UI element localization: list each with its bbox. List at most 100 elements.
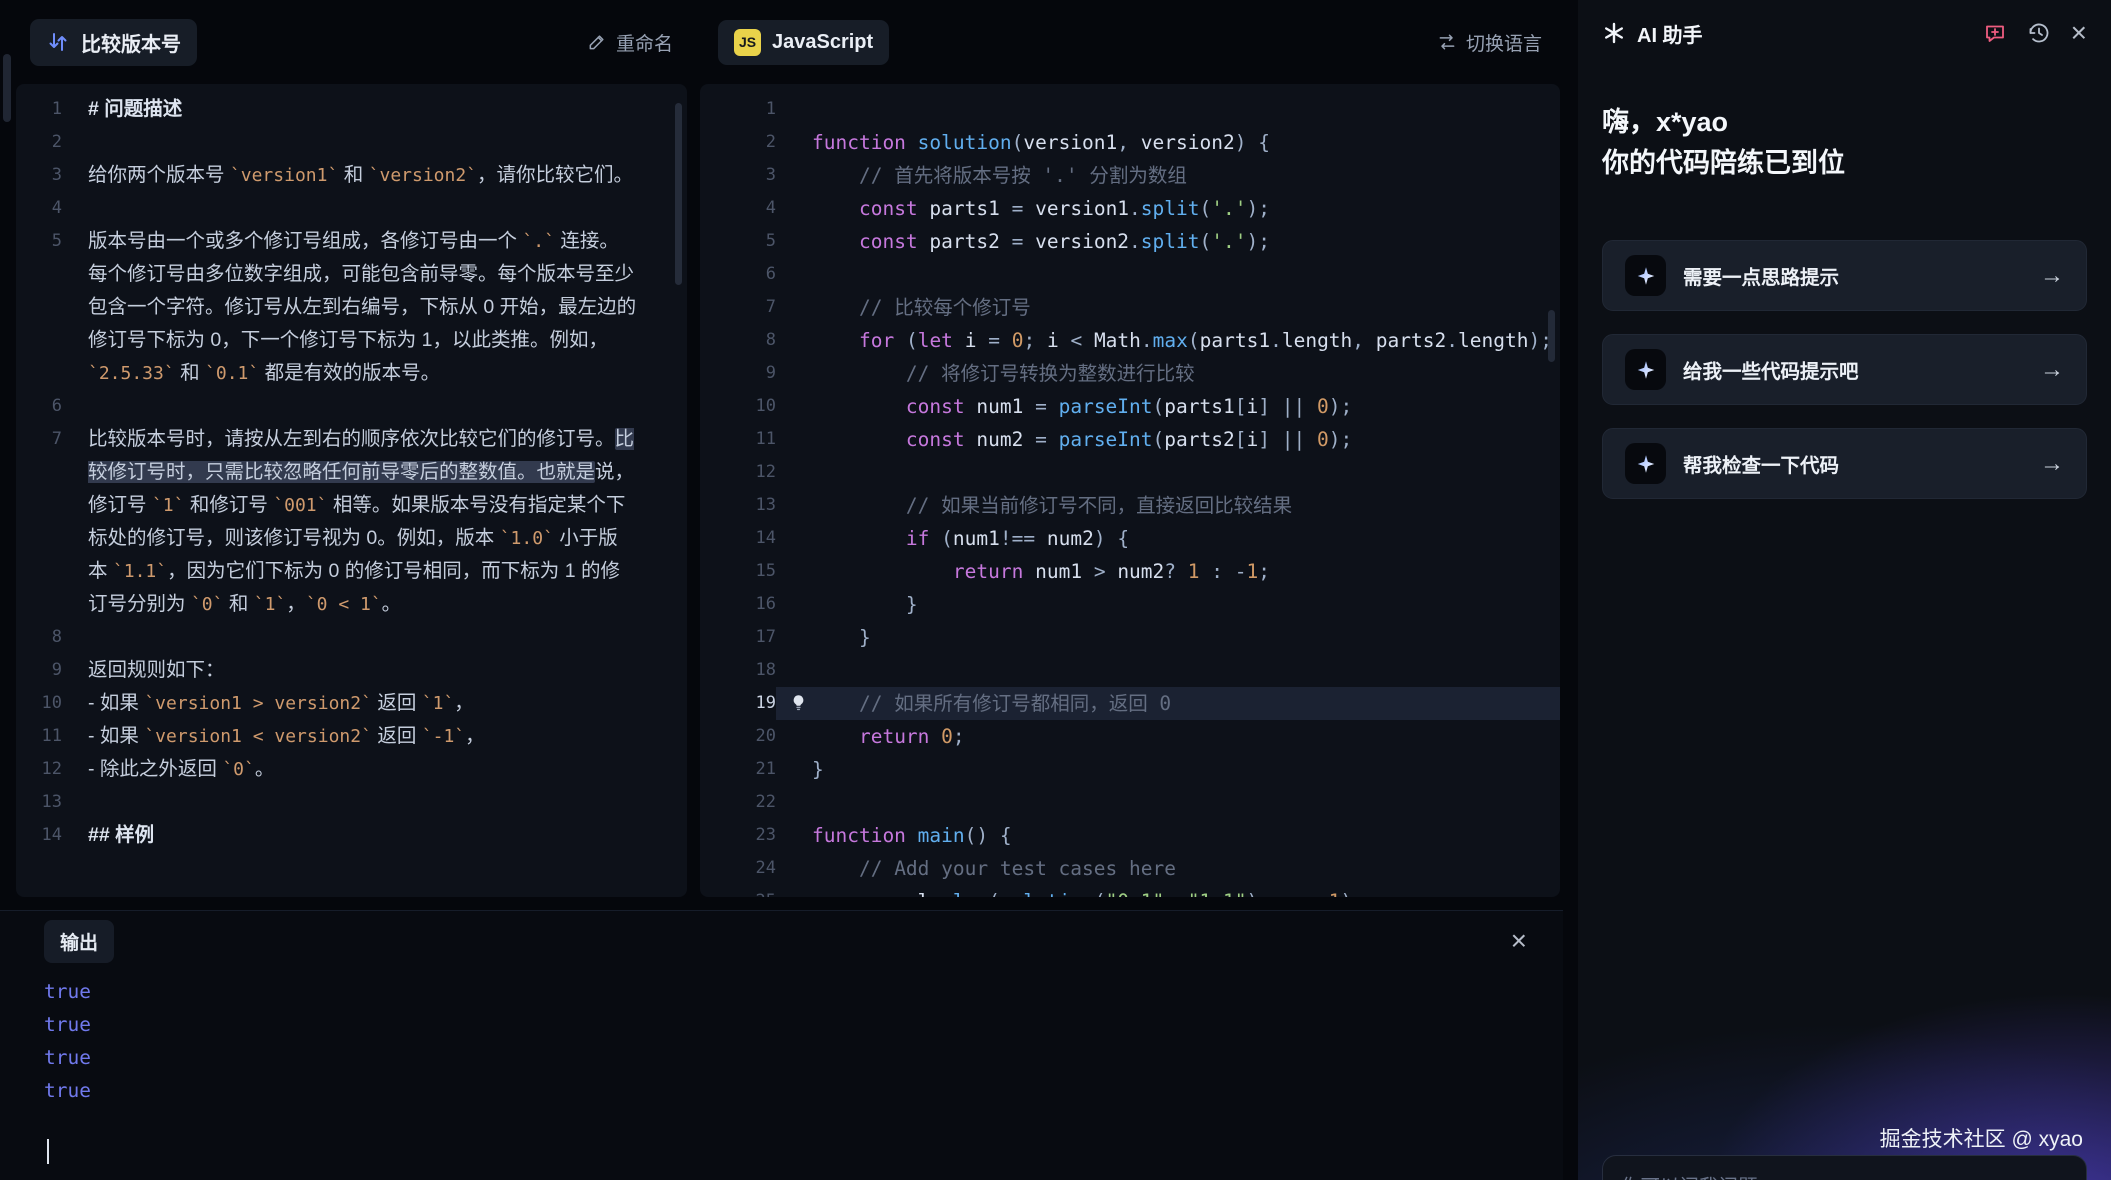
problem-line[interactable]: 4	[16, 192, 687, 225]
ai-greeting-line2: 你的代码陪练已到位	[1602, 143, 2087, 184]
code-line[interactable]: 4 const parts1 = version1.split('.');	[700, 192, 1560, 225]
output-line: true	[44, 1041, 1563, 1074]
terminal-cursor	[47, 1139, 49, 1164]
code-line[interactable]: 6	[700, 258, 1560, 291]
ai-header: AI 助手 ×	[1602, 0, 2087, 66]
ai-assistant-panel: AI 助手 × 嗨，x*yao 你的代码陪练已到位 需要一点思路提示 → 给我一些代…	[1578, 0, 2111, 1180]
code-line[interactable]: 10 const num1 = parseInt(parts1[i] || 0)…	[700, 390, 1560, 423]
problem-line[interactable]: 3给你两个版本号 `version1` 和 `version2`，请你比较它们。	[16, 159, 687, 192]
code-line[interactable]: 14 if (num1!== num2) {	[700, 522, 1560, 555]
ai-sparkle-icon	[1602, 21, 1626, 45]
output-header: 输出 ×	[0, 911, 1563, 971]
ai-title: AI 助手	[1637, 19, 1703, 48]
rename-label: 重命名	[616, 29, 673, 56]
problem-line[interactable]: 14## 样例	[16, 819, 687, 852]
line-number: 5	[16, 225, 88, 258]
new-chat-icon[interactable]	[1983, 21, 2007, 45]
code-line[interactable]: 1	[700, 93, 1560, 126]
line-number: 18	[700, 654, 776, 687]
lightbulb-icon[interactable]	[790, 694, 807, 711]
problem-line[interactable]: 2	[16, 126, 687, 159]
code-line-text: // 比较每个修订号	[776, 291, 1560, 324]
code-line[interactable]: 7 // 比较每个修订号	[700, 291, 1560, 324]
code-line[interactable]: 13 // 如果当前修订号不同，直接返回比较结果	[700, 489, 1560, 522]
code-line[interactable]: 17 }	[700, 621, 1560, 654]
switch-language-button[interactable]: 切换语言	[1437, 29, 1542, 56]
code-line[interactable]: 16 }	[700, 588, 1560, 621]
code-line-text: }	[776, 588, 1560, 621]
code-line-text	[776, 258, 1560, 291]
problem-editor[interactable]: 1# 问题描述2 3给你两个版本号 `version1` 和 `version2…	[16, 84, 687, 897]
problem-line[interactable]: 12- 除此之外返回 `0`。	[16, 753, 687, 786]
ai-suggestion-label: 给我一些代码提示吧	[1683, 355, 1859, 384]
code-line[interactable]: 22	[700, 786, 1560, 819]
problem-line[interactable]: 13	[16, 786, 687, 819]
code-line[interactable]: 25 console.log(solution("0.1", "1.1") ==…	[700, 885, 1560, 897]
line-number: 9	[16, 654, 88, 687]
problem-title-chip: 比较版本号	[30, 19, 197, 66]
problem-line[interactable]: 8	[16, 621, 687, 654]
ai-greeting: 嗨，x*yao 你的代码陪练已到位	[1602, 102, 2087, 184]
problem-line[interactable]: 1# 问题描述	[16, 93, 687, 126]
code-editor[interactable]: 12function solution(version1, version2) …	[700, 84, 1560, 897]
code-line[interactable]: 8 for (let i = 0; i < Math.max(parts1.le…	[700, 324, 1560, 357]
ai-suggestion-card[interactable]: 帮我检查一下代码→	[1602, 428, 2087, 499]
language-chip[interactable]: JS JavaScript	[718, 20, 889, 65]
problem-line[interactable]: 11- 如果 `version1 < version2` 返回 `-1`，	[16, 720, 687, 753]
line-number: 25	[700, 885, 776, 897]
problem-line-text: 版本号由一个或多个修订号组成，各修订号由一个 `.` 连接。每个修订号由多位数字…	[88, 225, 687, 390]
line-number: 8	[700, 324, 776, 357]
community-watermark: 掘金技术社区 @ xyao	[1880, 1123, 2083, 1153]
line-number: 2	[700, 126, 776, 159]
ai-suggestion-label: 需要一点思路提示	[1683, 261, 1839, 290]
line-number: 8	[16, 621, 88, 654]
problem-line[interactable]: 5版本号由一个或多个修订号组成，各修订号由一个 `.` 连接。每个修订号由多位数…	[16, 225, 687, 390]
problem-line[interactable]: 7比较版本号时，请按从左到右的顺序依次比较它们的修订号。比较修订号时，只需比较忽…	[16, 423, 687, 621]
code-line[interactable]: 21}	[700, 753, 1560, 786]
line-number: 23	[700, 819, 776, 852]
language-name: JavaScript	[772, 31, 873, 54]
ai-chat-input[interactable]	[1602, 1155, 2087, 1180]
line-number: 12	[16, 753, 88, 786]
window-scrollbar-thumb[interactable]	[3, 54, 11, 122]
output-line: true	[44, 1008, 1563, 1041]
arrow-right-icon: →	[2040, 262, 2064, 290]
problem-line-text	[88, 786, 687, 819]
code-line[interactable]: 3 // 首先将版本号按 '.' 分割为数组	[700, 159, 1560, 192]
ai-close-button[interactable]: ×	[2071, 19, 2087, 47]
history-icon[interactable]	[2027, 21, 2051, 45]
line-number: 11	[700, 423, 776, 456]
code-scrollbar-thumb[interactable]	[1548, 310, 1555, 362]
code-line[interactable]: 2function solution(version1, version2) {	[700, 126, 1560, 159]
line-number: 13	[700, 489, 776, 522]
code-line[interactable]: 9 // 将修订号转换为整数进行比较	[700, 357, 1560, 390]
code-line-text: const num1 = parseInt(parts1[i] || 0);	[776, 390, 1560, 423]
code-line[interactable]: 19 // 如果所有修订号都相同，返回 0	[700, 687, 1560, 720]
problem-scrollbar-thumb[interactable]	[675, 103, 682, 285]
output-tab[interactable]: 输出	[44, 920, 114, 963]
output-close-button[interactable]: ×	[1511, 927, 1527, 955]
output-lines: truetruetruetrue	[0, 971, 1563, 1107]
code-line-text: function main() {	[776, 819, 1560, 852]
code-line[interactable]: 15 return num1 > num2? 1 : -1;	[700, 555, 1560, 588]
line-number: 17	[700, 621, 776, 654]
window-scrollbar[interactable]	[0, 0, 14, 897]
ai-suggestion-card[interactable]: 给我一些代码提示吧→	[1602, 334, 2087, 405]
line-number: 14	[16, 819, 88, 852]
code-lines: 12function solution(version1, version2) …	[700, 93, 1560, 897]
code-line[interactable]: 18	[700, 654, 1560, 687]
code-line[interactable]: 24 // Add your test cases here	[700, 852, 1560, 885]
code-line[interactable]: 23function main() {	[700, 819, 1560, 852]
problem-line[interactable]: 9返回规则如下：	[16, 654, 687, 687]
line-number: 1	[700, 93, 776, 126]
ai-suggestion-card[interactable]: 需要一点思路提示 →	[1602, 240, 2087, 311]
code-line[interactable]: 20 return 0;	[700, 720, 1560, 753]
problem-line[interactable]: 10- 如果 `version1 > version2` 返回 `1`，	[16, 687, 687, 720]
code-line[interactable]: 5 const parts2 = version2.split('.');	[700, 225, 1560, 258]
problem-line[interactable]: 6	[16, 390, 687, 423]
rename-button[interactable]: 重命名	[587, 29, 673, 56]
code-line[interactable]: 11 const num2 = parseInt(parts2[i] || 0)…	[700, 423, 1560, 456]
code-line[interactable]: 12	[700, 456, 1560, 489]
line-number: 20	[700, 720, 776, 753]
problem-line-text: 给你两个版本号 `version1` 和 `version2`，请你比较它们。	[88, 159, 687, 192]
